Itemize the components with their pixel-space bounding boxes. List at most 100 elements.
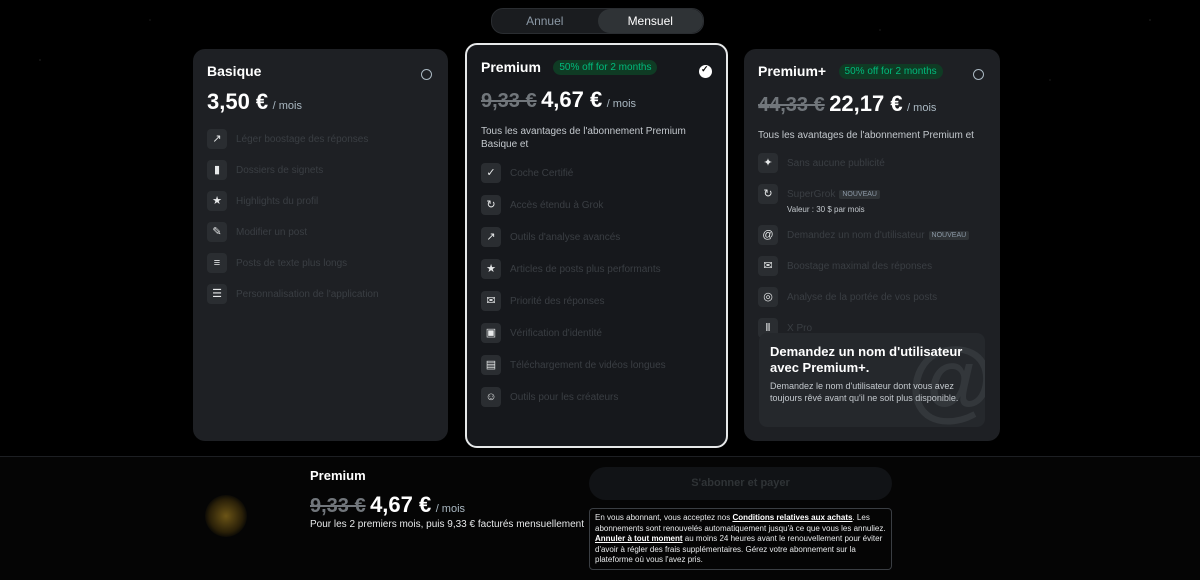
terms-notice: En vous abonnant, vous acceptez nos Cond… <box>589 508 892 570</box>
old-price: 9,33 € <box>310 495 366 517</box>
star-icon: ★ <box>481 259 501 279</box>
offer-badge: 50% off for 2 months <box>838 64 943 80</box>
feature-label: SuperGrok <box>787 188 836 200</box>
feature-label: Téléchargement de vidéos longues <box>510 359 666 371</box>
feature-item: ↻ Accès étendu à Grok <box>481 195 712 215</box>
settings-icon: ☰ <box>207 284 227 304</box>
plan-description: Tous les avantages de l'abonnement Premi… <box>481 126 686 150</box>
feature-list: ✓ Coche Certifié ↻ Accès étendu à Grok ↗ Outi… <box>481 163 712 407</box>
at-icon: @ <box>758 225 778 245</box>
feature-label: Posts de texte plus longs <box>236 257 348 269</box>
feature-item: ✦ Sans aucune publicité <box>758 153 986 173</box>
plan-radio[interactable] <box>421 69 432 80</box>
feature-item: ▤ Téléchargement de vidéos longues <box>481 355 712 375</box>
feature-label: Personnalisation de l'application <box>236 288 379 300</box>
billing-toggle[interactable]: Annuel Mensuel <box>491 8 704 34</box>
reply-icon: ✉ <box>758 256 778 276</box>
promo-description: Demandez le nom d'utilisateur dont vous … <box>770 381 959 403</box>
feature-item: ◎ Analyse de la portée de vos posts <box>758 287 986 307</box>
rocket-icon: ↗ <box>207 129 227 149</box>
feature-label: X Pro <box>787 322 813 334</box>
feature-item: ↗ Outils d'analyse avancés <box>481 227 712 247</box>
grok-icon: ↻ <box>481 195 501 215</box>
feature-item: ≡ Posts de texte plus longs <box>207 253 434 273</box>
price-period: / mois <box>272 100 302 112</box>
bookmark-icon: ▮ <box>207 160 227 180</box>
feature-item: ↗ Léger boostage des réponses <box>207 129 434 149</box>
toggle-monthly[interactable]: Mensuel <box>597 9 703 33</box>
price: 4,67 € <box>541 87 603 112</box>
feature-item: ↻ SuperGrok NOUVEAU <box>758 184 986 204</box>
feature-label: Highlights du profil <box>236 195 319 207</box>
price: 3,50 € <box>207 89 269 114</box>
offer-badge: 50% off for 2 months <box>553 60 658 76</box>
star-icon: ★ <box>207 191 227 211</box>
feature-label: Accès étendu à Grok <box>510 199 604 211</box>
text-icon: ≡ <box>207 253 227 273</box>
terms-text: En vous abonnant, vous acceptez nos <box>595 513 733 522</box>
plan-card-premium[interactable]: Premium 50% off for 2 months 9,33 € 4,67… <box>465 43 728 448</box>
price: 4,67 € <box>370 492 432 517</box>
old-price: 9,33 € <box>481 90 537 112</box>
feature-item: ✎ Modifier un post <box>207 222 434 242</box>
sparkle-icon: ✦ <box>758 153 778 173</box>
feature-item: ▣ Vérification d'identité <box>481 323 712 343</box>
feature-item: ☰ Personnalisation de l'application <box>207 284 434 304</box>
feature-item: @ Demandez un nom d'utilisateur NOUVEAU <box>758 225 986 245</box>
feature-item: ✉ Priorité des réponses <box>481 291 712 311</box>
plan-name: Premium <box>481 59 541 75</box>
feature-label: Boostage maximal des réponses <box>787 260 933 272</box>
plan-radio[interactable] <box>973 69 984 80</box>
username-promo-card[interactable]: @ Demandez un nom d'utilisateur avec Pre… <box>759 333 985 427</box>
feature-item: ✉ Boostage maximal des réponses <box>758 256 986 276</box>
selected-plan-price: 9,33 € 4,67 € / mois <box>310 492 465 518</box>
analytics-icon: ↗ <box>481 227 501 247</box>
price-row: 9,33 € 4,67 € / mois <box>481 87 712 113</box>
plan-description: Tous les avantages de l'abonnement Premi… <box>758 130 974 141</box>
plan-name: Premium+ <box>758 63 827 79</box>
billing-note: Pour les 2 premiers mois, puis 9,33 € fa… <box>310 519 585 530</box>
plan-radio-selected[interactable] <box>699 64 712 78</box>
grok-icon: ↻ <box>758 184 778 204</box>
feature-label: Priorité des réponses <box>510 295 605 307</box>
toggle-annual[interactable]: Annuel <box>492 9 598 33</box>
price: 22,17 € <box>829 91 903 116</box>
media-icon: ▤ <box>481 355 501 375</box>
id-icon: ▣ <box>481 323 501 343</box>
cancel-anytime-link[interactable]: Annuler à tout moment <box>595 534 683 543</box>
feature-label: Outils pour les créateurs <box>510 391 619 403</box>
feature-label: Analyse de la portée de vos posts <box>787 291 938 303</box>
price-period: / mois <box>435 503 466 515</box>
feature-item: ☺ Outils pour les créateurs <box>481 387 712 407</box>
old-price: 44,33 € <box>758 94 825 116</box>
plan-card-basic[interactable]: Basique 3,50 € / mois ↗ Léger boostage de… <box>193 49 448 441</box>
glow-decoration <box>205 495 247 537</box>
feature-list: ↗ Léger boostage des réponses ▮ Dossiers de… <box>207 129 434 304</box>
new-badge: NOUVEAU <box>928 230 970 240</box>
feature-item: ✓ Coche Certifié <box>481 163 712 183</box>
new-badge: NOUVEAU <box>839 189 880 199</box>
feature-label: Demandez un nom d'utilisateur <box>787 229 925 241</box>
verified-icon: ✓ <box>481 163 501 183</box>
price-period: / mois <box>907 102 937 114</box>
plan-name: Basique <box>207 63 262 79</box>
feature-label: Modifier un post <box>236 226 308 238</box>
feature-label: Outils d'analyse avancés <box>510 231 621 243</box>
target-icon: ◎ <box>758 287 778 307</box>
feature-label: Vérification d'identité <box>510 327 602 339</box>
selected-plan-name: Premium <box>310 468 366 483</box>
feature-list: ✦ Sans aucune publicité ↻ SuperGrok NOUVEAU V… <box>758 153 986 338</box>
subscribe-button[interactable]: S'abonner et payer <box>589 467 892 500</box>
promo-title: Demandez un nom d'utilisateur avec Premi… <box>770 344 963 375</box>
price-row: 3,50 € / mois <box>207 89 434 115</box>
feature-label: Sans aucune publicité <box>787 157 885 169</box>
feature-subtext: Valeur : 30 $ par mois <box>787 205 865 214</box>
price-period: / mois <box>606 98 637 110</box>
feature-item: ★ Articles de posts plus performants <box>481 259 712 279</box>
purchase-terms-link[interactable]: Conditions relatives aux achats <box>732 513 852 522</box>
creator-icon: ☺ <box>481 387 501 407</box>
feature-item: ▮ Dossiers de signets <box>207 160 434 180</box>
reply-icon: ✉ <box>481 291 501 311</box>
feature-label: Léger boostage des réponses <box>236 133 369 145</box>
feature-label: Coche Certifié <box>510 167 574 179</box>
